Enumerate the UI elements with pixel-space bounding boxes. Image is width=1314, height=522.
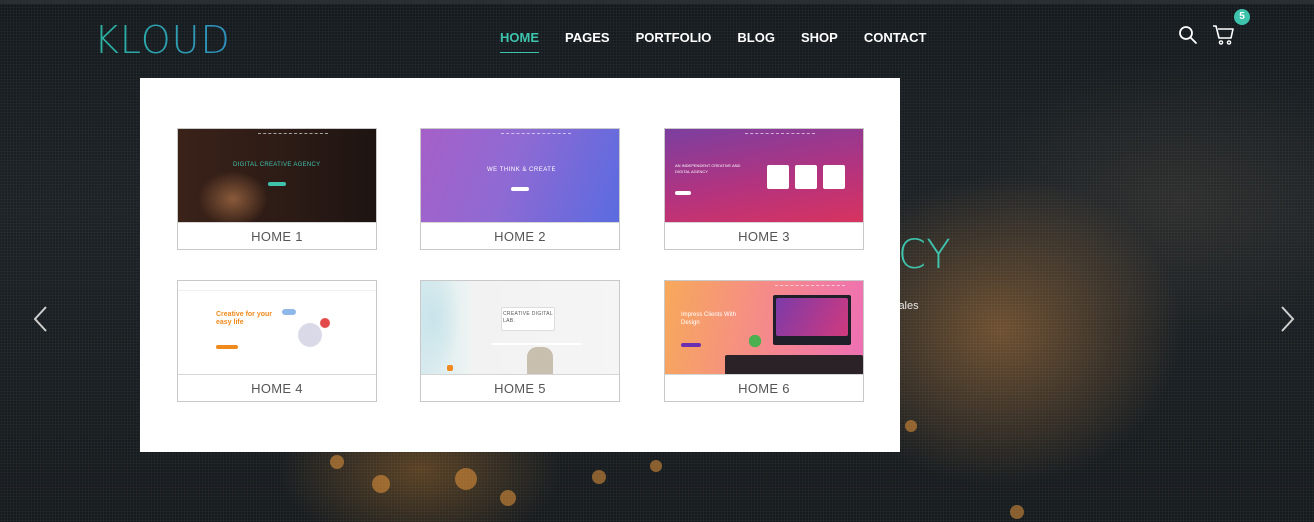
cart-icon[interactable]	[1212, 24, 1236, 46]
home-5-thumbnail: CREATIVE DIGITAL LAB.	[421, 281, 619, 375]
bokeh-light	[330, 455, 344, 469]
bokeh-light	[650, 460, 662, 472]
bokeh-light	[905, 420, 917, 432]
thumb-headline: Impress Clients With Design	[681, 312, 737, 326]
bokeh-light	[372, 475, 390, 493]
nav-item-contact[interactable]: CONTACT	[864, 30, 927, 51]
slider-next-arrow-icon[interactable]	[1278, 305, 1296, 333]
thumb-mini-nav	[178, 129, 376, 139]
home-3-label: HOME 3	[665, 222, 863, 249]
thumb-headline: Creative for your easy life	[216, 311, 273, 326]
home-4-thumbnail: Creative for your easy life	[178, 281, 376, 375]
home-3-thumbnail: AN INDEPENDENT CREATIVE AND DIGITAL AGEN…	[665, 129, 863, 223]
site-logo[interactable]: KLOUD	[94, 18, 231, 62]
bokeh-light	[1010, 505, 1024, 519]
hero-title-fragment: CY	[898, 232, 952, 278]
nav-item-shop[interactable]: SHOP	[801, 30, 838, 51]
thumb-button	[675, 191, 691, 195]
thumb-headline: AN INDEPENDENT CREATIVE AND DIGITAL AGEN…	[675, 163, 741, 174]
bokeh-light	[455, 468, 477, 490]
top-border	[0, 0, 1314, 4]
thumb-mini-nav	[665, 281, 863, 291]
thumb-button	[268, 182, 286, 186]
thumb-headline: CREATIVE DIGITAL LAB.	[503, 311, 553, 324]
main-nav: HOME PAGES PORTFOLIO BLOG SHOP CONTACT	[500, 30, 952, 53]
nav-item-blog[interactable]: BLOG	[737, 30, 775, 51]
thumb-button	[216, 345, 238, 349]
thumb-mini-nav	[178, 281, 376, 291]
bokeh-light	[592, 470, 606, 484]
thumb-feature-box	[823, 165, 845, 189]
thumb-feature-box	[767, 165, 789, 189]
thumb-orange-dot	[447, 365, 453, 371]
thumb-watercolor	[421, 281, 461, 375]
home-5-label: HOME 5	[421, 374, 619, 401]
home-demo-card-1[interactable]: DIGITAL CREATIVE AGENCY HOME 1	[177, 128, 377, 250]
thumb-cloud	[282, 309, 296, 315]
thumb-mini-nav	[421, 129, 619, 139]
thumb-nav-links	[501, 133, 571, 134]
home-demo-card-3[interactable]: AN INDEPENDENT CREATIVE AND DIGITAL AGEN…	[664, 128, 864, 250]
thumb-desk	[725, 355, 863, 375]
thumb-button	[681, 343, 701, 347]
thumb-mini-nav	[665, 129, 863, 139]
home-demo-card-5[interactable]: CREATIVE DIGITAL LAB. HOME 5	[420, 280, 620, 402]
home-demo-card-4[interactable]: Creative for your easy life HOME 4	[177, 280, 377, 402]
thumb-plant	[749, 335, 761, 355]
thumb-headline: DIGITAL CREATIVE AGENCY	[233, 162, 321, 168]
nav-item-pages[interactable]: PAGES	[565, 30, 610, 51]
thumb-feature-box	[795, 165, 817, 189]
thumb-desk	[491, 343, 581, 345]
home-1-thumbnail: DIGITAL CREATIVE AGENCY	[178, 129, 376, 223]
nav-item-portfolio[interactable]: PORTFOLIO	[636, 30, 712, 51]
thumb-chair	[527, 347, 553, 375]
cart-count-badge: 5	[1234, 9, 1250, 25]
thumb-nav-links	[745, 133, 815, 134]
home-6-label: HOME 6	[665, 374, 863, 401]
nav-item-home[interactable]: HOME	[500, 30, 539, 53]
home-2-thumbnail: WE THINK & CREATE	[421, 129, 619, 223]
home-1-label: HOME 1	[178, 222, 376, 249]
home-6-thumbnail: Impress Clients With Design	[665, 281, 863, 375]
home-4-label: HOME 4	[178, 374, 376, 401]
home-demo-card-2[interactable]: WE THINK & CREATE HOME 2	[420, 128, 620, 250]
home-demo-card-6[interactable]: Impress Clients With Design HOME 6	[664, 280, 864, 402]
home-2-label: HOME 2	[421, 222, 619, 249]
slider-prev-arrow-icon[interactable]	[32, 305, 50, 333]
thumb-button	[511, 187, 529, 191]
thumb-nav-links	[775, 285, 845, 286]
home-mega-menu: DIGITAL CREATIVE AGENCY HOME 1 WE THINK …	[140, 78, 900, 452]
thumb-monitor-screen	[776, 298, 848, 336]
bokeh-light	[500, 490, 516, 506]
thumb-nav-links	[258, 133, 328, 134]
thumb-headline: WE THINK & CREATE	[487, 167, 556, 173]
thumb-illustration	[290, 311, 340, 351]
search-icon[interactable]	[1178, 25, 1198, 45]
